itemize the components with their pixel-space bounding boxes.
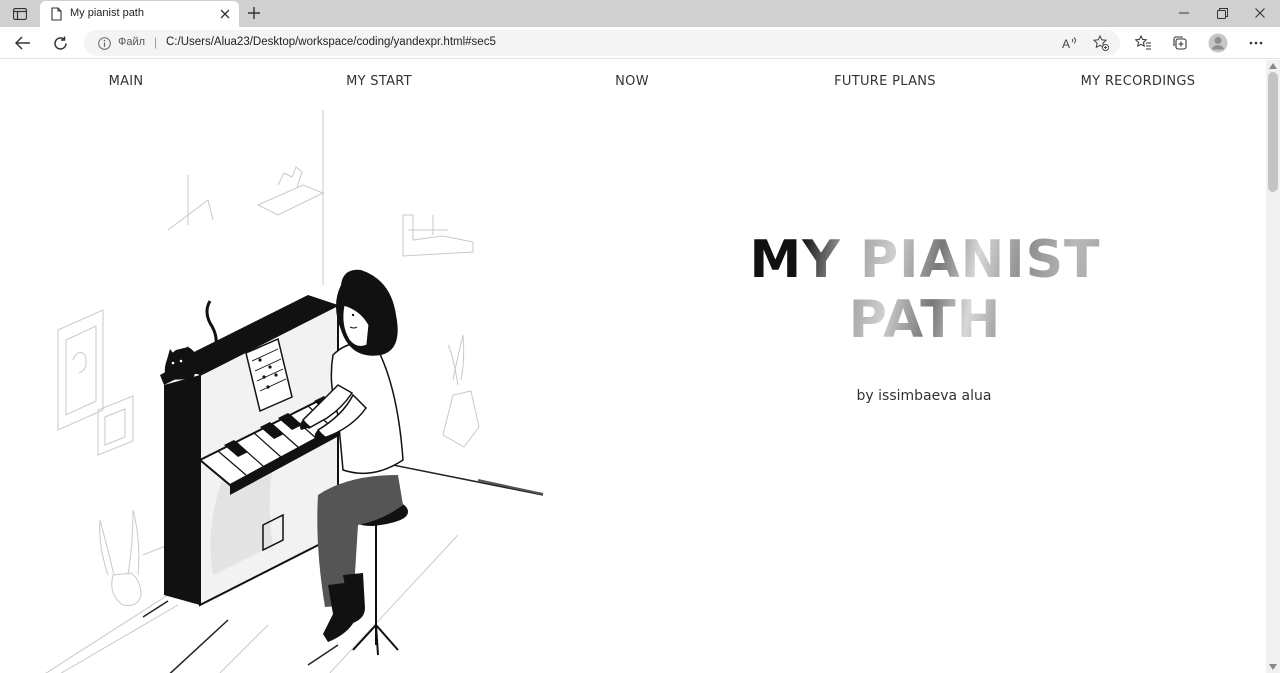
browser-tab[interactable]: My pianist path [40,1,239,27]
address-separator: | [154,35,158,49]
page-icon [49,6,63,22]
address-bar[interactable]: Файл | C:/Users/Alua23/Desktop/workspace… [84,30,1120,56]
minimize-button[interactable] [1171,3,1197,23]
browser-window: My pianist path Файл | C:/Users/Alua23/D… [0,0,1280,673]
svg-text:A: A [1062,37,1070,50]
more-options-icon[interactable] [1243,31,1269,55]
profile-avatar[interactable] [1205,31,1231,55]
main-nav: MAIN MY START NOW FUTURE PLANS MY RECORD… [0,74,1266,96]
hero-title-line-1: MY PIANIST [749,230,1101,290]
nav-item-main[interactable]: MAIN [109,74,144,89]
scroll-thumb[interactable] [1268,72,1278,192]
collections-icon[interactable] [1167,31,1193,55]
close-window-button[interactable] [1247,3,1273,23]
vertical-scrollbar[interactable] [1266,60,1280,673]
favorites-icon[interactable] [1130,31,1156,55]
refresh-button[interactable] [47,31,73,55]
pianist-illustration [45,110,544,673]
hero-title: MY PIANIST PATH [700,230,1150,350]
page-content: MAIN MY START NOW FUTURE PLANS MY RECORD… [0,60,1266,673]
hero-title-line-2: PATH [848,290,1002,350]
scroll-down-arrow-icon[interactable] [1269,664,1277,670]
nav-item-my-start[interactable]: MY START [346,74,412,89]
nav-item-now[interactable]: NOW [615,74,649,89]
read-aloud-icon[interactable]: A [1061,34,1079,52]
close-icon[interactable] [217,6,233,22]
new-tab-button[interactable] [244,3,264,23]
add-favorite-icon[interactable] [1092,34,1110,52]
tab-strip: My pianist path [0,0,1280,27]
browser-toolbar: Файл | C:/Users/Alua23/Desktop/workspace… [0,27,1280,59]
hero-subtitle: by issimbaeva alua [856,388,992,404]
scroll-up-arrow-icon[interactable] [1269,63,1277,69]
window-menu-icon[interactable] [8,4,32,24]
address-url[interactable]: C:/Users/Alua23/Desktop/workspace/coding… [166,36,496,48]
nav-item-future-plans[interactable]: FUTURE PLANS [834,74,936,89]
info-icon[interactable] [96,35,112,51]
tab-title: My pianist path [70,7,144,19]
nav-item-my-recordings[interactable]: MY RECORDINGS [1081,74,1196,89]
address-scheme-label: Файл [118,36,146,48]
back-button[interactable] [10,31,36,55]
restore-button[interactable] [1209,3,1235,23]
